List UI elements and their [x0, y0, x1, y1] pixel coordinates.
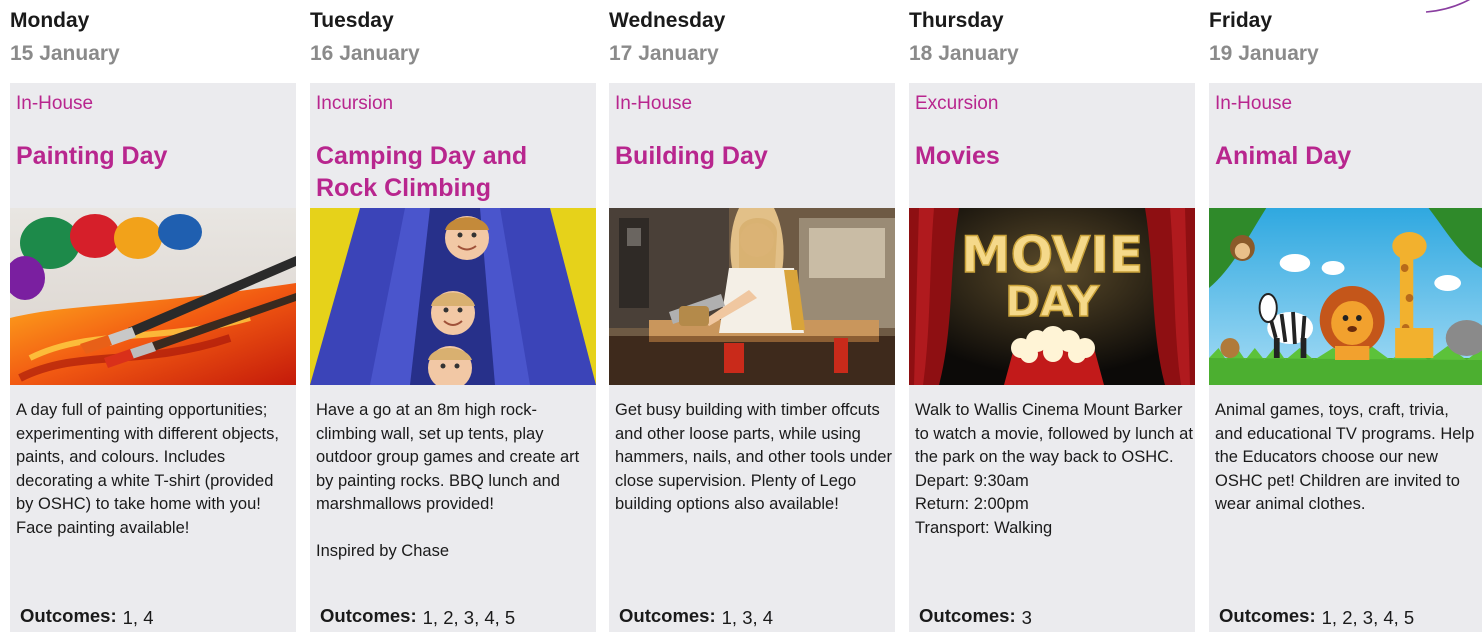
description-line: A day full of painting opportunities; ex…: [16, 401, 279, 513]
girl-sawing-timber-image: [609, 208, 895, 385]
activity-card: Incursion Camping Day and Rock Climbing: [310, 83, 596, 632]
description-line: Inspired by Chase: [316, 542, 449, 560]
day-column-monday: Monday 15 January In-House Painting Day: [10, 0, 296, 632]
activity-category: Excursion: [915, 93, 999, 114]
activity-title: Painting Day: [16, 142, 168, 170]
outcomes-value: 3: [1021, 607, 1032, 628]
day-name: Friday: [1209, 9, 1273, 32]
day-date: 15 January: [10, 42, 120, 65]
description-line: Transport: Walking: [915, 518, 1053, 537]
activity-photo-building: [609, 208, 895, 385]
cartoon-animals-image: [1209, 208, 1482, 385]
activity-description: Animal games, toys, craft, trivia, and e…: [1215, 399, 1477, 517]
activity-photo-camping: [310, 208, 596, 385]
activity-category: In-House: [615, 93, 693, 114]
outcomes-label: Outcomes:: [619, 605, 716, 626]
day-name: Monday: [10, 9, 90, 32]
day-date: 18 January: [909, 42, 1019, 65]
description-line: Have a go at an 8m high rock-climbing wa…: [316, 401, 580, 513]
description-line: Depart: 9:30am: [915, 471, 1029, 490]
description-line: Animal games, toys, craft, trivia, and e…: [1215, 401, 1475, 513]
children-in-tent-image: [310, 208, 596, 385]
outcomes-label: Outcomes:: [320, 605, 417, 626]
outcomes: Outcomes: 1, 2, 3, 4, 5: [320, 605, 516, 628]
outcomes: Outcomes: 1, 4: [20, 605, 154, 628]
outcomes-value: 1, 4: [122, 607, 154, 628]
description-line: [316, 517, 594, 541]
outcomes: Outcomes: 1, 3, 4: [619, 605, 774, 628]
day-column-friday: Friday 19 January In-House Animal Day An…: [1209, 0, 1482, 632]
description-line: Return: 2:00pm: [915, 495, 1029, 513]
activity-category: In-House: [16, 93, 94, 114]
activity-card: In-House Painting Day A day full of pain…: [10, 83, 296, 632]
outcomes-label: Outcomes:: [1219, 605, 1316, 626]
day-column-tuesday: Tuesday 16 January Incursion Camping Day…: [310, 0, 596, 632]
outcomes-value: 1, 3, 4: [721, 607, 774, 628]
day-column-thursday: Thursday 18 January Excursion Movies MOV…: [909, 0, 1195, 632]
activity-photo-animals: [1209, 208, 1482, 385]
activity-card: In-House Animal Day Animal games, toys, …: [1209, 83, 1482, 632]
activity-description: Get busy building with timber offcuts an…: [615, 399, 893, 517]
activity-title: Building Day: [615, 142, 768, 170]
activity-photo-movies: MOVIE DAY: [909, 208, 1195, 385]
day-date: 17 January: [609, 42, 719, 65]
activity-title: Animal Day: [1215, 142, 1352, 170]
description-line: Walk to Wallis Cinema Mount Barker to wa…: [915, 401, 1193, 466]
paint-brushes-image: [10, 208, 296, 385]
outcomes-label: Outcomes:: [20, 605, 117, 626]
day-column-wednesday: Wednesday 17 January In-House Building D…: [609, 0, 895, 632]
outcomes: Outcomes: 3: [919, 605, 1032, 628]
outcomes: Outcomes: 1, 2, 3, 4, 5: [1219, 605, 1415, 628]
activity-description: Have a go at an 8m high rock-climbing wa…: [316, 399, 594, 564]
activity-photo-painting: [10, 208, 296, 385]
activity-description: Walk to Wallis Cinema Mount Barker to wa…: [915, 399, 1193, 540]
day-date: 19 January: [1209, 42, 1319, 65]
movie-day-popcorn-image: MOVIE DAY: [909, 208, 1195, 385]
day-name: Tuesday: [310, 9, 394, 32]
movie-sign-word: DAY: [1005, 277, 1099, 326]
activity-title: Camping Day and Rock Climbing: [316, 142, 528, 202]
description-line: Face painting available!: [16, 518, 190, 537]
day-name: Thursday: [909, 9, 1004, 32]
activity-card: Excursion Movies MOVIE DAY Walk to Walli…: [909, 83, 1195, 632]
outcomes-value: 1, 2, 3, 4, 5: [422, 607, 516, 628]
description-line: Get busy building with timber offcuts an…: [615, 401, 892, 513]
activity-description: A day full of painting opportunities; ex…: [16, 399, 294, 540]
day-date: 16 January: [310, 42, 420, 65]
outcomes-label: Outcomes:: [919, 605, 1016, 626]
activity-category: In-House: [1215, 93, 1293, 114]
activity-card: In-House Building Day Get busy building …: [609, 83, 895, 632]
day-name: Wednesday: [609, 9, 726, 32]
activity-title: Movies: [915, 142, 1000, 170]
outcomes-value: 1, 2, 3, 4, 5: [1321, 607, 1415, 628]
movie-sign-word: MOVIE: [961, 226, 1143, 284]
day-columns: Monday 15 January In-House Painting Day: [0, 0, 1482, 632]
activity-category: Incursion: [316, 93, 394, 114]
